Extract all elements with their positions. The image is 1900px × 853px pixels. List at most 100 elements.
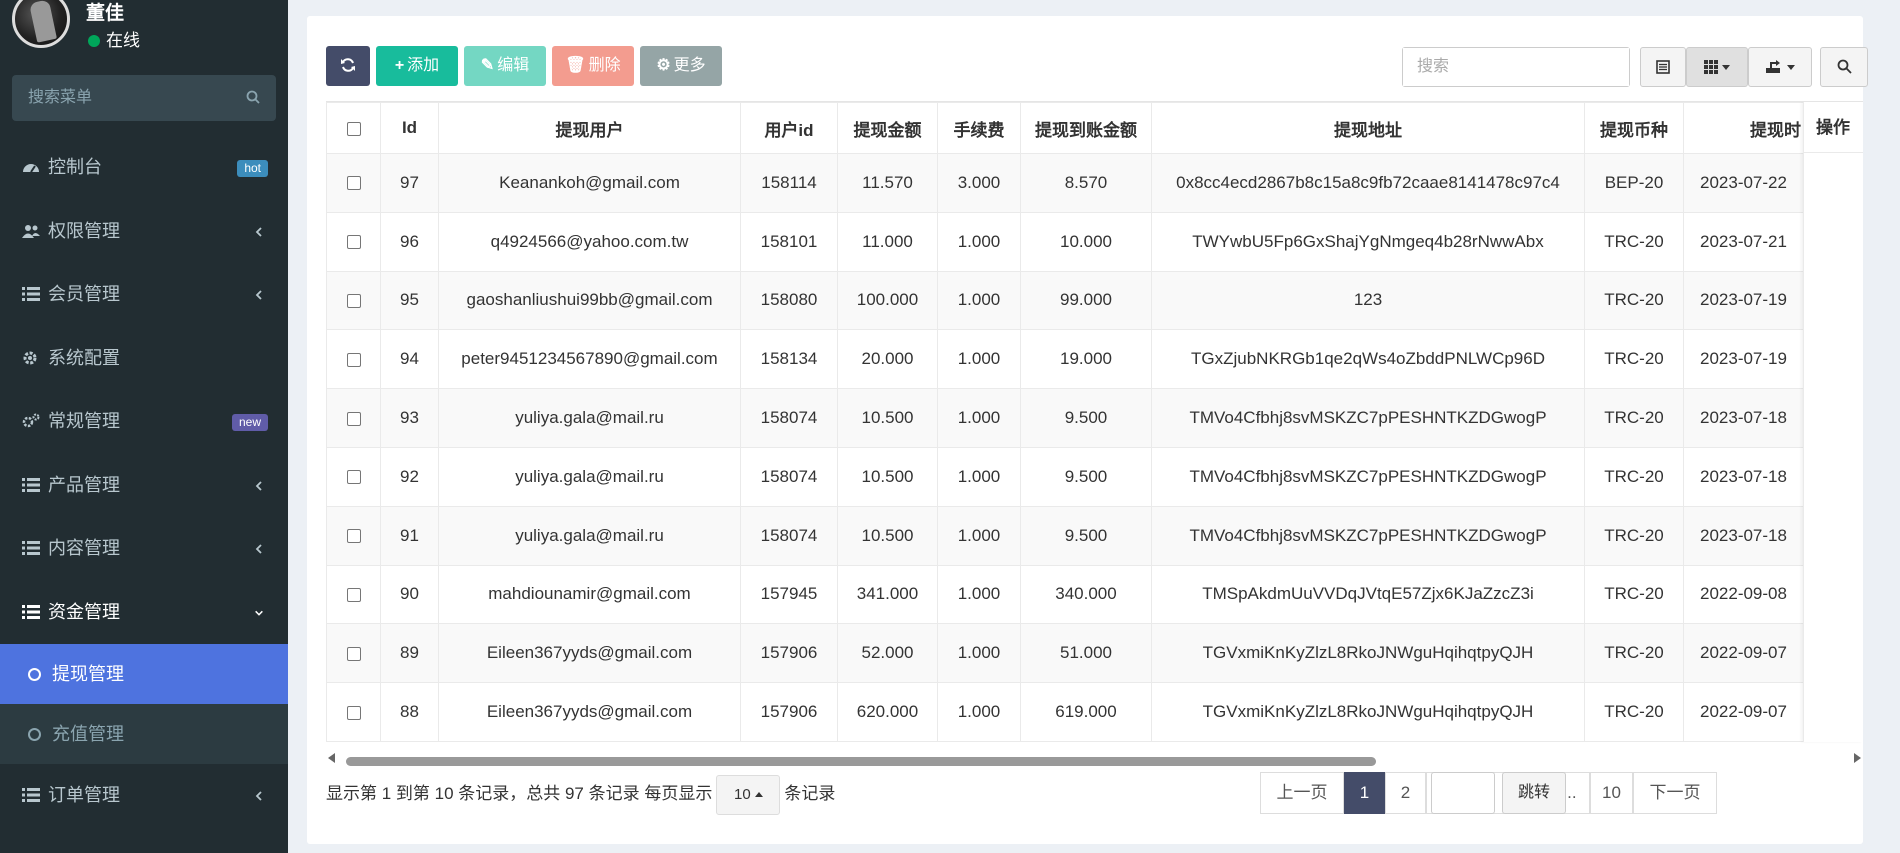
sidebar-item-label: 订单管理 [48, 785, 120, 805]
scroll-right-icon[interactable] [1854, 753, 1861, 763]
toggle-card-view-button[interactable] [1640, 47, 1686, 87]
edit-label: 编辑 [497, 57, 530, 74]
list-icon [22, 604, 40, 619]
content-panel: +添加 ✎编辑 🗑删除 ⚙更多 Id 提现用户 用户id [307, 16, 1868, 844]
table-cell: 158134 [740, 329, 838, 390]
goto-page-input[interactable] [1431, 772, 1495, 814]
more-button[interactable]: ⚙ 更多 [640, 46, 722, 86]
row-checkbox[interactable] [346, 176, 361, 191]
table-cell: 158074 [740, 388, 838, 448]
search-icon[interactable] [246, 90, 260, 104]
data-table-container: Id 提现用户 用户id 提现金额 手续费 提现到账金额 提现地址 提现币种 提… [326, 101, 1863, 749]
page-button[interactable]: 1 [1344, 772, 1385, 814]
sidebar-item-recharge[interactable]: 充值管理 [0, 704, 288, 764]
sidebar-item-general[interactable]: 常规管理 new [0, 390, 288, 454]
table-cell: 158101 [740, 211, 838, 272]
table-search-input[interactable] [1403, 48, 1629, 86]
table-row[interactable]: 93 yuliya.gala@mail.ru 158074 10.500 1.000 9.… [326, 388, 1863, 448]
gears-icon [22, 413, 40, 428]
table-cell: 123 [1151, 270, 1585, 331]
sidebar-item-dashboard[interactable]: 控制台 hot [0, 136, 288, 200]
list-icon [22, 541, 40, 555]
row-checkbox[interactable] [346, 235, 361, 250]
table-cell: 92 [380, 446, 439, 507]
page-size-dropdown[interactable]: 10 [716, 774, 781, 815]
row-checkbox[interactable] [346, 705, 361, 720]
caret-up-icon [754, 791, 763, 797]
scroll-track[interactable] [342, 754, 1847, 766]
add-button[interactable]: + 添加 [376, 46, 458, 86]
column-header[interactable]: 提现用户 [438, 102, 741, 154]
sidebar-item-system-config[interactable]: 系统配置 [0, 327, 288, 391]
table-cell: TMVo4Cfbhj8svMSKZC7pPESHNTKZDGwogP [1151, 388, 1585, 448]
table-row[interactable]: 88 Eileen367yyds@gmail.com 157906 620.000 1.… [326, 682, 1863, 742]
columns-dropdown-button[interactable] [1686, 47, 1748, 87]
table-row[interactable]: 91 yuliya.gala@mail.ru 158074 10.500 1.000 9.… [326, 505, 1863, 566]
table-cell: gaoshanliushui99bb@gmail.com [438, 270, 741, 331]
table-row[interactable]: 92 yuliya.gala@mail.ru 158074 10.500 1.000 9.… [326, 446, 1863, 507]
plus-icon: + [394, 57, 405, 74]
edit-button[interactable]: ✎ 编辑 [464, 46, 546, 86]
sidebar-item-label: 系统配置 [48, 347, 120, 368]
menu-search [12, 75, 276, 121]
pencil-icon: ✎ [480, 57, 495, 74]
sidebar-item-members[interactable]: 会员管理 [0, 263, 288, 327]
records-suffix-text: 条记录 [784, 784, 836, 803]
next-page-button[interactable]: 下一页 [1633, 772, 1717, 814]
table-row[interactable]: 97 Keanankoh@gmail.com 158114 11.570 3.000 8.… [326, 153, 1863, 213]
pagination-info: 显示第 1 到第 10 条记录，总共 97 条记录 每页显示 10 条记录 [326, 774, 836, 815]
row-checkbox[interactable] [346, 352, 361, 367]
row-checkbox[interactable] [346, 294, 361, 308]
horizontal-scrollbar[interactable] [326, 751, 1863, 766]
scroll-left-icon[interactable] [328, 753, 335, 763]
prev-page-button[interactable]: 上一页 [1260, 772, 1344, 814]
row-select-cell [326, 505, 381, 566]
table-cell: Keanankoh@gmail.com [438, 153, 741, 213]
table-cell: 620.000 [837, 682, 938, 742]
row-select-cell [326, 211, 381, 272]
table-cell: 10.500 [837, 505, 938, 566]
menu-search-input[interactable] [12, 75, 232, 121]
column-header[interactable]: 用户id [740, 102, 838, 154]
column-header[interactable]: 提现地址 [1151, 102, 1585, 154]
export-dropdown-button[interactable] [1748, 47, 1812, 87]
table-cell: 94 [380, 329, 439, 390]
select-all-checkbox[interactable] [346, 121, 361, 136]
chevron-left-icon [255, 226, 262, 237]
column-header[interactable]: 手续费 [937, 102, 1021, 154]
table-row[interactable]: 90 mahdiounamir@gmail.com 157945 341.000 1.0… [326, 564, 1863, 625]
table-row[interactable]: 96 q4924566@yahoo.com.tw 158101 11.000 1.000… [326, 211, 1863, 272]
sidebar-item-withdrawals[interactable]: 提现管理 [0, 644, 288, 704]
refresh-button[interactable] [326, 46, 370, 86]
row-checkbox[interactable] [346, 587, 361, 602]
table-row[interactable]: 95 gaoshanliushui99bb@gmail.com 158080 100.… [326, 270, 1863, 331]
table-cell: 9.500 [1020, 388, 1152, 448]
column-header[interactable]: 提现金额 [837, 102, 938, 154]
gear-icon: ⚙ [656, 57, 671, 74]
row-checkbox[interactable] [346, 646, 361, 661]
search-toggle-button[interactable] [1820, 47, 1868, 87]
column-header[interactable]: 提现币种 [1584, 102, 1684, 154]
page-button[interactable]: 2 [1385, 772, 1426, 814]
sidebar-item-products[interactable]: 产品管理 [0, 454, 288, 518]
goto-page-button[interactable]: 跳转 [1502, 772, 1566, 814]
table-row[interactable]: 89 Eileen367yyds@gmail.com 157906 52.000 1.0… [326, 623, 1863, 684]
sidebar-item-label: 提现管理 [52, 664, 124, 684]
scroll-thumb[interactable] [346, 757, 1376, 766]
sidebar-item-content[interactable]: 内容管理 [0, 517, 288, 581]
table-cell: TRC-20 [1584, 211, 1684, 272]
column-header[interactable]: 提现到账金额 [1020, 102, 1152, 154]
table-row[interactable]: 94 peter9451234567890@gmail.com 158134 20.0… [326, 329, 1863, 390]
sidebar-item-permissions[interactable]: 权限管理 [0, 200, 288, 264]
chevron-left-icon [255, 290, 262, 300]
row-checkbox[interactable] [346, 529, 361, 544]
delete-button[interactable]: 🗑 删除 [552, 46, 634, 86]
sidebar-item-funds[interactable]: 资金管理 [0, 581, 288, 645]
column-header[interactable]: Id [380, 102, 439, 154]
table-cell: TGVxmiKnKyZlzL8RkoJNWguHqihqtpyQJH [1151, 623, 1585, 684]
page-button[interactable]: 10 [1590, 772, 1633, 814]
avatar[interactable] [12, 0, 70, 48]
row-checkbox[interactable] [346, 470, 361, 485]
sidebar-item-orders[interactable]: 订单管理 [0, 764, 288, 828]
row-checkbox[interactable] [346, 411, 361, 426]
